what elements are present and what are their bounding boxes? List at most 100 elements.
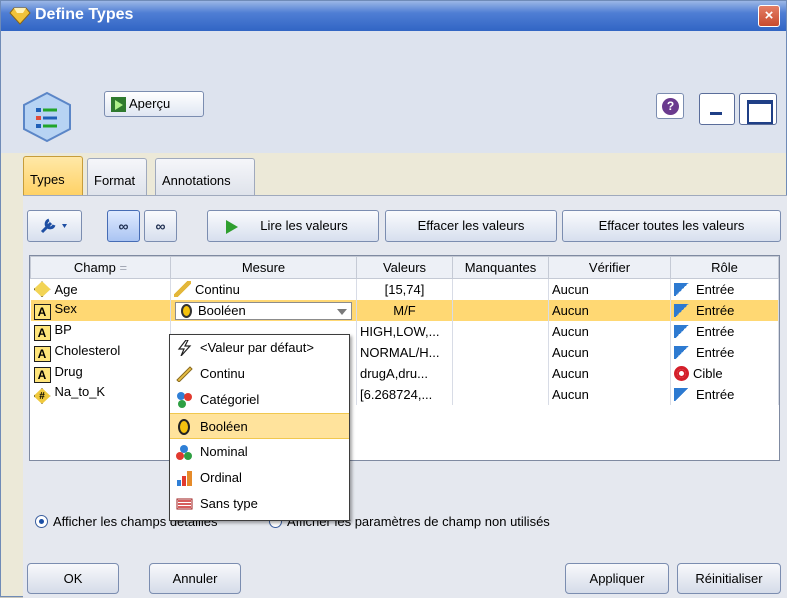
values-cell[interactable]: NORMAL/H... xyxy=(356,341,453,363)
dropdown-item-continuous[interactable]: Continu xyxy=(170,361,349,387)
field-name: Cholesterol xyxy=(54,342,121,358)
measure-dropdown-menu[interactable]: <Valeur par défaut> Continu Catégoriel B… xyxy=(169,334,350,521)
missing-cell[interactable] xyxy=(452,362,549,384)
missing-cell[interactable] xyxy=(452,341,549,363)
field-name: Drug xyxy=(54,363,83,379)
values-cell[interactable]: M/F xyxy=(356,299,453,321)
field-cell[interactable]: A BP xyxy=(30,320,171,342)
check-cell[interactable]: Aucun xyxy=(548,383,671,405)
play-icon xyxy=(111,97,126,112)
dropdown-item-boolean[interactable]: Booléen xyxy=(170,413,349,439)
radio-selected-icon[interactable] xyxy=(35,515,48,528)
string-field-icon: A xyxy=(33,366,51,383)
maximize-button[interactable] xyxy=(739,93,777,125)
flag-icon xyxy=(178,419,190,435)
table-row[interactable]: A Drug drugA,dru... Aucun Cible xyxy=(30,362,779,384)
check-cell[interactable]: Aucun xyxy=(548,362,671,384)
table-row[interactable]: A BP HIGH,LOW,... Aucun Entrée xyxy=(30,320,779,342)
column-header-values[interactable]: Valeurs xyxy=(356,256,453,279)
input-arrow-icon xyxy=(674,345,690,359)
column-header-check[interactable]: Vérifier xyxy=(548,256,671,279)
dropdown-item-default[interactable]: <Valeur par défaut> xyxy=(170,335,349,361)
clear-all-values-button[interactable]: Effacer toutes les valeurs xyxy=(562,210,781,242)
field-cell[interactable]: A Drug xyxy=(30,362,171,384)
preview-button[interactable]: Aperçu xyxy=(104,91,204,117)
check-cell[interactable]: Aucun xyxy=(548,341,671,363)
role-cell[interactable]: Entrée xyxy=(670,320,779,342)
role-value: Entrée xyxy=(696,323,735,339)
role-value: Entrée xyxy=(696,302,735,318)
field-cell[interactable]: A Cholesterol xyxy=(30,341,171,363)
dropdown-item-typeless[interactable]: Sans type xyxy=(170,491,349,517)
minimize-button[interactable] xyxy=(699,93,735,125)
field-cell[interactable]: # Na_to_K xyxy=(30,383,171,405)
column-header-measure[interactable]: Mesure xyxy=(170,256,357,279)
missing-cell[interactable] xyxy=(452,383,549,405)
numeric-field-icon: # xyxy=(33,388,51,404)
dropdown-item-ordinal[interactable]: Ordinal xyxy=(170,465,349,491)
table-row[interactable]: Age Continu [15,74] Aucun Entrée xyxy=(30,278,779,300)
string-field-icon: A xyxy=(33,324,51,341)
column-header-missing[interactable]: Manquantes xyxy=(452,256,549,279)
role-cell[interactable]: Entrée xyxy=(670,341,779,363)
column-header-role[interactable]: Rôle xyxy=(670,256,779,279)
missing-cell[interactable] xyxy=(452,278,549,300)
read-values-label: Lire les valeurs xyxy=(260,218,348,233)
values-cell[interactable]: HIGH,LOW,... xyxy=(356,320,453,342)
type-node-icon xyxy=(23,91,71,143)
tab-annotations[interactable]: Annotations xyxy=(155,158,255,195)
table-row[interactable]: # Na_to_K [6.268724,... Aucun Entrée xyxy=(30,383,779,405)
view-mode-linked-button[interactable]: ∞ xyxy=(107,210,140,242)
chevron-down-icon[interactable] xyxy=(337,308,347,315)
dropdown-item-categorical[interactable]: Catégoriel xyxy=(170,387,349,413)
measure-value: Booléen xyxy=(198,302,246,318)
role-cell[interactable]: Cible xyxy=(670,362,779,384)
close-button[interactable]: × xyxy=(758,5,780,27)
reset-button[interactable]: Réinitialiser xyxy=(677,563,781,594)
measure-select[interactable]: Booléen xyxy=(175,301,352,320)
column-header-field[interactable]: Champ = xyxy=(30,256,171,279)
wrench-icon xyxy=(40,218,67,234)
missing-cell[interactable] xyxy=(452,299,549,321)
measure-cell[interactable]: Booléen xyxy=(170,299,357,321)
read-values-button[interactable]: Lire les valeurs xyxy=(207,210,379,242)
help-icon: ? xyxy=(662,98,679,115)
apply-button[interactable]: Appliquer xyxy=(565,563,669,594)
input-arrow-icon xyxy=(674,324,690,338)
check-cell[interactable]: Aucun xyxy=(548,320,671,342)
values-cell[interactable]: drugA,dru... xyxy=(356,362,453,384)
dropdown-item-label: Continu xyxy=(200,366,245,381)
typeless-icon xyxy=(176,498,193,510)
role-cell[interactable]: Entrée xyxy=(670,278,779,300)
field-cell[interactable]: A Sex xyxy=(30,299,171,321)
linked-glasses-icon: ∞ xyxy=(118,218,129,234)
values-cell[interactable]: [6.268724,... xyxy=(356,383,453,405)
role-cell[interactable]: Entrée xyxy=(670,299,779,321)
flag-icon xyxy=(181,303,192,318)
dropdown-item-label: Nominal xyxy=(200,444,248,459)
field-cell[interactable]: Age xyxy=(30,278,171,300)
field-name: Sex xyxy=(54,300,77,316)
cancel-button[interactable]: Annuler xyxy=(149,563,241,594)
role-value: Entrée xyxy=(696,386,735,402)
missing-cell[interactable] xyxy=(452,320,549,342)
dropdown-item-label: Catégoriel xyxy=(200,392,260,407)
table-row[interactable]: A Cholesterol NORMAL/H... Aucun Entrée xyxy=(30,341,779,363)
tab-format[interactable]: Format xyxy=(87,158,147,195)
role-cell[interactable]: Entrée xyxy=(670,383,779,405)
tools-menu-button[interactable] xyxy=(27,210,82,242)
ok-button[interactable]: OK xyxy=(27,563,119,594)
check-cell[interactable]: Aucun xyxy=(548,299,671,321)
dropdown-item-label: <Valeur par défaut> xyxy=(200,340,314,355)
check-cell[interactable]: Aucun xyxy=(548,278,671,300)
dropdown-item-nominal[interactable]: Nominal xyxy=(170,439,349,465)
clear-values-button[interactable]: Effacer les valeurs xyxy=(385,210,557,242)
table-row[interactable]: A Sex Booléen M/F Aucun Entrée xyxy=(30,299,779,321)
preview-label: Aperçu xyxy=(129,96,171,111)
tab-types[interactable]: Types xyxy=(23,156,83,195)
measure-cell[interactable]: Continu xyxy=(170,278,357,300)
option-label: les paramètres de champ non utilisés xyxy=(334,514,550,529)
values-cell[interactable]: [15,74] xyxy=(356,278,453,300)
view-mode-button[interactable]: ∞ xyxy=(144,210,177,242)
help-button[interactable]: ? xyxy=(656,93,684,119)
